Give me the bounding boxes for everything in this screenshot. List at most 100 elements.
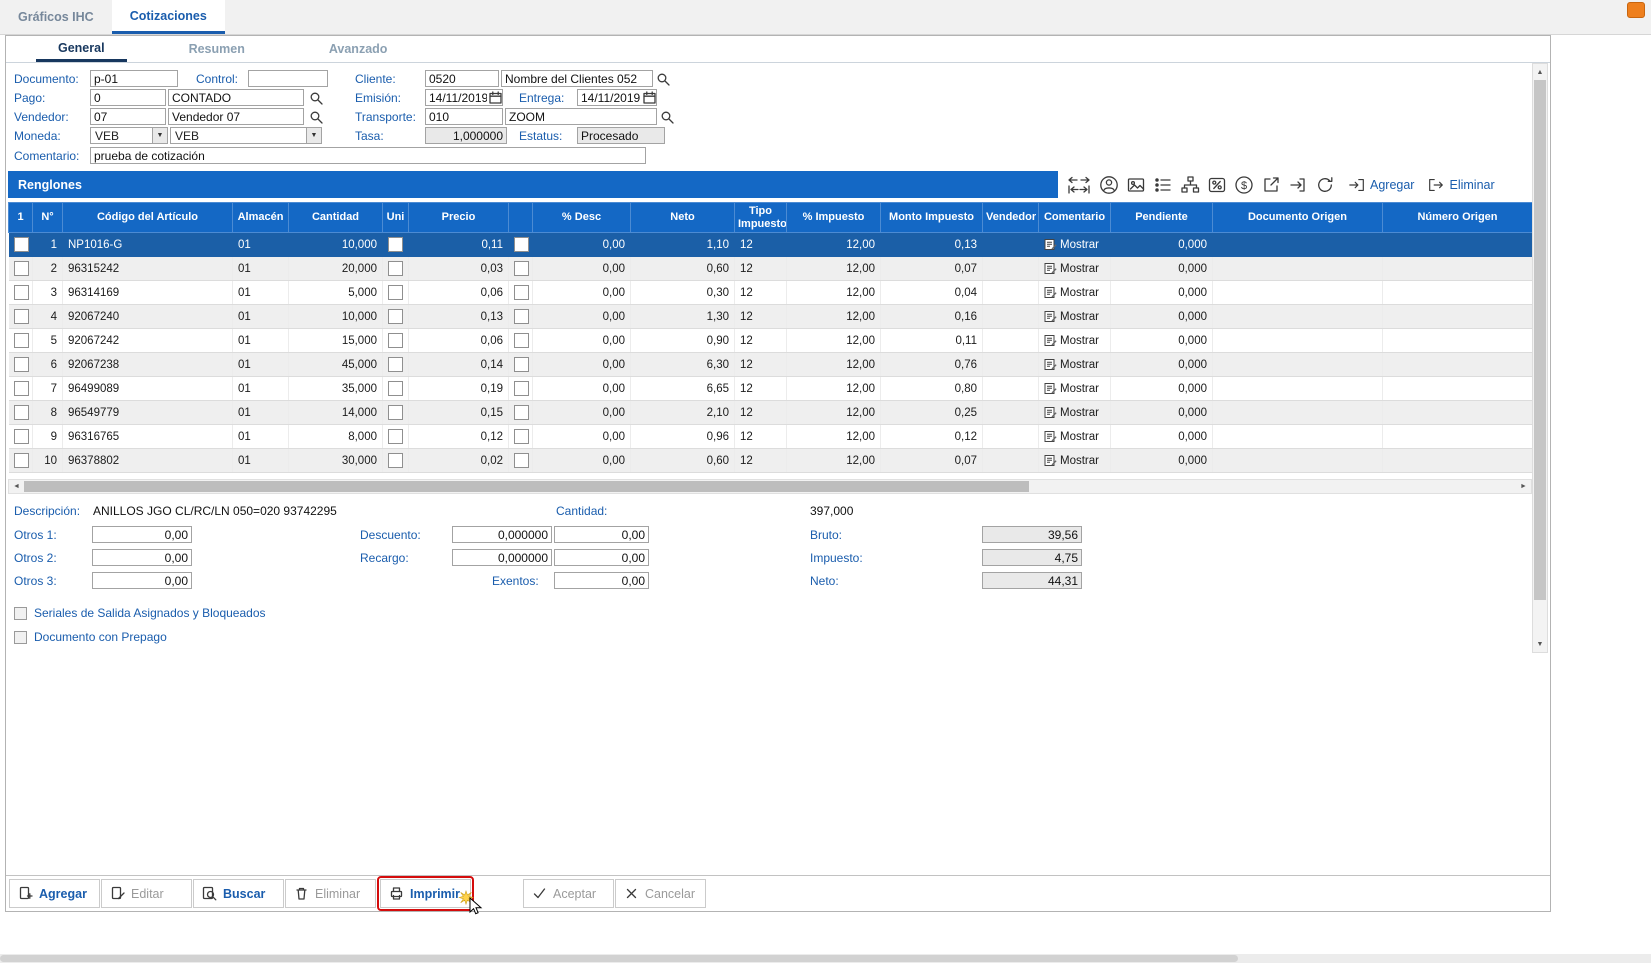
recargo-monto-input[interactable] (554, 549, 649, 566)
mostrar-link[interactable]: Mostrar (1044, 262, 1105, 275)
renglones-agregar-button[interactable]: Agregar (1348, 176, 1414, 194)
cancelar-button[interactable]: Cancelar (615, 879, 706, 908)
extra-box-button[interactable] (514, 285, 529, 300)
extra-box-button[interactable] (514, 453, 529, 468)
table-row[interactable]: 7 96499089 01 35,000 0,19 0,00 6,65 12 1… (9, 377, 1533, 401)
export-icon[interactable] (1261, 174, 1281, 196)
row-checkbox[interactable] (14, 381, 29, 396)
eliminar-button[interactable]: Eliminar (285, 879, 376, 908)
hierarchy-icon[interactable] (1180, 174, 1200, 196)
uni-box-button[interactable] (388, 405, 403, 420)
cliente-name-input[interactable] (501, 70, 653, 87)
extra-box-button[interactable] (514, 309, 529, 324)
uni-box-button[interactable] (388, 285, 403, 300)
agregar-button[interactable]: Agregar (9, 879, 100, 908)
tab-general[interactable]: General (36, 36, 127, 62)
row-checkbox[interactable] (14, 333, 29, 348)
vertical-scroll-thumb[interactable] (1534, 80, 1546, 600)
row-checkbox[interactable] (14, 285, 29, 300)
transporte-search-icon[interactable] (659, 109, 675, 125)
tab-cotizaciones[interactable]: Cotizaciones (112, 0, 225, 34)
mostrar-link[interactable]: Mostrar (1044, 454, 1105, 467)
header-vendedor[interactable]: Vendedor (983, 203, 1039, 233)
buscar-button[interactable]: Buscar (193, 879, 284, 908)
mostrar-link[interactable]: Mostrar (1044, 310, 1105, 323)
pago-name-input[interactable] (168, 89, 304, 106)
header-pendiente[interactable]: Pendiente (1111, 203, 1213, 233)
extra-box-button[interactable] (514, 429, 529, 444)
send-icon[interactable] (1288, 174, 1308, 196)
header-num-origen[interactable]: Número Origen (1383, 203, 1533, 233)
table-row[interactable]: 3 96314169 01 5,000 0,06 0,00 0,30 12 12… (9, 281, 1533, 305)
scroll-up-icon[interactable]: ▲ (1533, 65, 1547, 79)
moneda-name-select[interactable]: VEB ▼ (170, 127, 322, 144)
row-checkbox[interactable] (14, 237, 29, 252)
refresh-icon[interactable] (1315, 174, 1335, 196)
uni-box-button[interactable] (388, 261, 403, 276)
cliente-search-icon[interactable] (655, 71, 671, 87)
tab-resumen[interactable]: Resumen (167, 36, 267, 62)
page-horizontal-scrollbar[interactable] (0, 954, 1651, 963)
uni-box-button[interactable] (388, 237, 403, 252)
horizontal-scroll-thumb[interactable] (24, 481, 1029, 492)
table-row[interactable]: 5 92067242 01 15,000 0,06 0,00 0,90 12 1… (9, 329, 1533, 353)
pago-code-input[interactable] (90, 89, 166, 106)
table-row[interactable]: 6 92067238 01 45,000 0,14 0,00 6,30 12 1… (9, 353, 1533, 377)
list-icon[interactable] (1153, 174, 1173, 196)
header-uni[interactable]: Uni (383, 203, 409, 233)
extra-box-button[interactable] (514, 405, 529, 420)
row-checkbox[interactable] (14, 309, 29, 324)
header-codigo[interactable]: Código del Artículo (63, 203, 233, 233)
header-almacen[interactable]: Almacén (233, 203, 289, 233)
uni-box-button[interactable] (388, 429, 403, 444)
otros1-input[interactable] (92, 526, 192, 543)
descuento-monto-input[interactable] (554, 526, 649, 543)
exentos-input[interactable] (554, 572, 649, 589)
tab-graficos-ihc[interactable]: Gráficos IHC (0, 0, 112, 34)
header-pct-impuesto[interactable]: % Impuesto (787, 203, 881, 233)
otros2-input[interactable] (92, 549, 192, 566)
transporte-code-input[interactable] (425, 108, 503, 125)
tab-avanzado[interactable]: Avanzado (307, 36, 410, 62)
uni-box-button[interactable] (388, 357, 403, 372)
header-desc[interactable]: % Desc (533, 203, 631, 233)
header-doc-origen[interactable]: Documento Origen (1213, 203, 1383, 233)
currency-dollar-icon[interactable]: $ (1234, 174, 1254, 196)
extra-box-button[interactable] (514, 333, 529, 348)
extra-box-button[interactable] (514, 237, 529, 252)
header-monto-impuesto[interactable]: Monto Impuesto (881, 203, 983, 233)
documento-input[interactable] (90, 70, 178, 87)
entrega-calendar-icon[interactable] (643, 91, 657, 105)
table-row[interactable]: 4 92067240 01 10,000 0,13 0,00 1,30 12 1… (9, 305, 1533, 329)
prepago-checkbox[interactable] (14, 631, 27, 644)
extra-box-button[interactable] (514, 261, 529, 276)
cliente-code-input[interactable] (425, 70, 499, 87)
mostrar-link[interactable]: Mostrar (1044, 286, 1105, 299)
recargo-pct-input[interactable] (452, 549, 552, 566)
header-comentario[interactable]: Comentario (1039, 203, 1111, 233)
table-row[interactable]: 2 96315242 01 20,000 0,03 0,00 0,60 12 1… (9, 257, 1533, 281)
row-checkbox[interactable] (14, 453, 29, 468)
pago-search-icon[interactable] (308, 90, 324, 106)
uni-box-button[interactable] (388, 309, 403, 324)
row-checkbox[interactable] (14, 429, 29, 444)
comentario-input[interactable] (90, 147, 646, 164)
page-scroll-thumb[interactable] (0, 955, 1238, 962)
extra-box-button[interactable] (514, 381, 529, 396)
scroll-down-icon[interactable]: ▼ (1533, 637, 1547, 651)
control-input[interactable] (248, 70, 328, 87)
uni-box-button[interactable] (388, 333, 403, 348)
row-checkbox[interactable] (14, 405, 29, 420)
emision-calendar-icon[interactable] (489, 91, 503, 105)
editar-button[interactable]: Editar (101, 879, 192, 908)
row-checkbox[interactable] (14, 357, 29, 372)
image-icon[interactable] (1126, 174, 1146, 196)
header-neto[interactable]: Neto (631, 203, 735, 233)
table-row[interactable]: 8 96549779 01 14,000 0,15 0,00 2,10 12 1… (9, 401, 1533, 425)
row-checkbox[interactable] (14, 261, 29, 276)
renglones-eliminar-button[interactable]: Eliminar (1427, 176, 1494, 194)
mostrar-link[interactable]: Mostrar (1044, 382, 1105, 395)
mostrar-link[interactable]: Mostrar (1044, 334, 1105, 347)
mostrar-link[interactable]: Mostrar (1044, 430, 1105, 443)
nav-arrows-icon[interactable] (1066, 174, 1092, 196)
